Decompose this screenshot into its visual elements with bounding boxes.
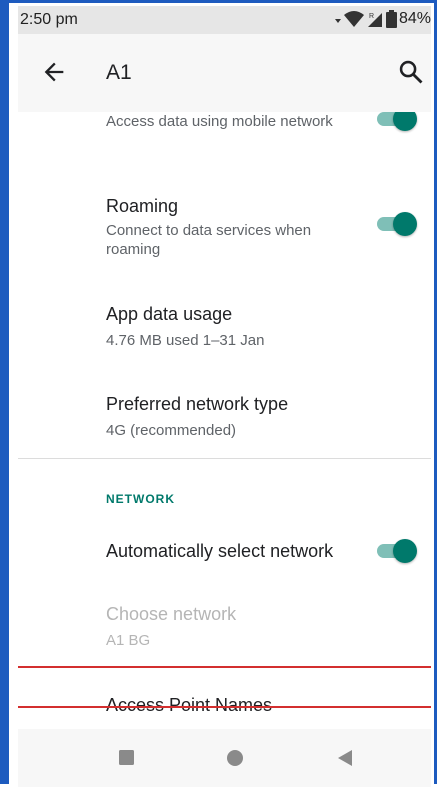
battery-percent: 84% bbox=[398, 10, 431, 27]
back-triangle-icon[interactable] bbox=[334, 747, 356, 769]
status-time: 2:50 pm bbox=[20, 11, 78, 28]
mobile-data-item[interactable]: Access data using mobile network bbox=[18, 112, 431, 172]
access-point-names-item[interactable]: Access Point Names bbox=[18, 668, 431, 715]
choose-network-subtitle: A1 BG bbox=[106, 632, 151, 649]
data-arrow-icon bbox=[334, 19, 341, 23]
roaming-item[interactable]: Roaming Connect to data services when ro… bbox=[18, 196, 431, 266]
recents-square-icon[interactable] bbox=[116, 747, 138, 769]
device-frame: 2:50 pm R 84% A1 Access data using mobil… bbox=[0, 0, 437, 787]
svg-text:R: R bbox=[369, 13, 374, 20]
app-data-usage-title: App data usage bbox=[106, 304, 233, 324]
settings-list: Access data using mobile network Roaming… bbox=[18, 112, 431, 729]
choose-network-title: Choose network bbox=[106, 604, 237, 624]
roaming-title: Roaming bbox=[106, 196, 179, 216]
preferred-network-title: Preferred network type bbox=[106, 394, 289, 414]
choose-network-item: Choose network A1 BG bbox=[18, 604, 431, 654]
search-icon[interactable] bbox=[397, 58, 425, 86]
roaming-toggle[interactable] bbox=[373, 212, 417, 236]
status-bar: 2:50 pm R 84% bbox=[18, 6, 431, 34]
roaming-subtitle: Connect to data services when roaming bbox=[106, 222, 312, 258]
mobile-data-subtitle: Access data using mobile network bbox=[106, 113, 333, 130]
auto-select-network-toggle[interactable] bbox=[373, 539, 417, 563]
app-data-usage-subtitle: 4.76 MB used 1–31 Jan bbox=[106, 332, 265, 349]
section-divider bbox=[18, 458, 431, 459]
wifi-icon bbox=[343, 11, 364, 27]
cell-signal-icon: R bbox=[367, 13, 382, 27]
network-section-header: NETWORK bbox=[106, 492, 175, 506]
status-icons: R 84% bbox=[334, 10, 431, 28]
app-data-usage-item[interactable]: App data usage 4.76 MB used 1–31 Jan bbox=[18, 304, 431, 354]
page-title: A1 bbox=[106, 61, 132, 84]
home-circle-icon[interactable] bbox=[224, 747, 246, 769]
auto-select-network-title: Automatically select network bbox=[106, 541, 334, 561]
app-bar: A1 bbox=[18, 34, 431, 112]
preferred-network-subtitle: 4G (recommended) bbox=[106, 422, 237, 439]
battery-icon bbox=[385, 10, 397, 28]
preferred-network-item[interactable]: Preferred network type 4G (recommended) bbox=[18, 394, 431, 444]
back-arrow-icon[interactable] bbox=[40, 58, 68, 86]
auto-select-network-item[interactable]: Automatically select network bbox=[18, 539, 431, 569]
navigation-bar bbox=[18, 729, 431, 787]
highlight-border-bottom bbox=[18, 706, 431, 708]
mobile-data-toggle[interactable] bbox=[373, 112, 417, 131]
